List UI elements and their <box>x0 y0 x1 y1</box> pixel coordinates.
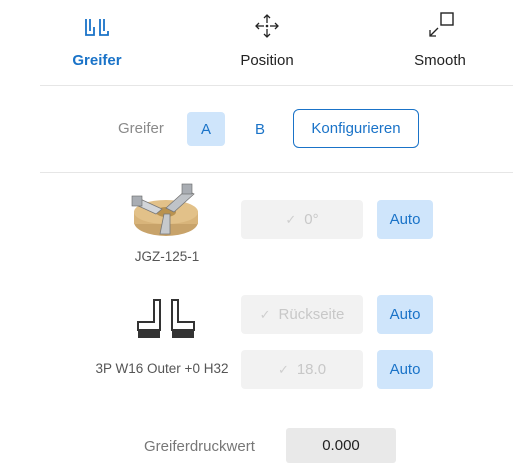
pressure-value[interactable]: 0.000 <box>286 428 396 463</box>
configure-button[interactable]: Konfigurieren <box>293 109 419 148</box>
gripper-model-name: JGZ-125-1 <box>134 249 200 264</box>
side-field: ✓ Rückseite <box>241 295 363 334</box>
rotation-field: ✓ 0° <box>241 200 363 239</box>
check-icon: ✓ <box>259 306 271 322</box>
pressure-label: Greiferdruckwert <box>144 438 255 455</box>
tab-position[interactable]: Position <box>212 0 322 80</box>
tab-position-label: Position <box>240 52 294 69</box>
jaw-image <box>134 298 198 340</box>
gripper-model-image <box>124 178 208 244</box>
jaw-config-name: 3P W16 Outer +0 H32 <box>95 361 229 376</box>
tab-greifer[interactable]: Greifer <box>42 0 152 80</box>
height-field: ✓ 18.0 <box>241 350 363 389</box>
check-icon: ✓ <box>277 361 289 377</box>
tab-smooth[interactable]: Smooth <box>385 0 495 80</box>
tab-greifer-label: Greifer <box>72 52 122 69</box>
divider-top <box>40 85 513 86</box>
side-auto-button[interactable]: Auto <box>377 295 433 334</box>
gripper-select-label: Greifer <box>118 120 164 137</box>
side-value: Rückseite <box>278 306 345 323</box>
rotation-value: 0° <box>304 211 319 228</box>
rotation-auto-button[interactable]: Auto <box>377 200 433 239</box>
check-icon: ✓ <box>285 211 297 227</box>
divider-middle <box>40 172 513 173</box>
height-value: 18.0 <box>296 361 327 378</box>
smooth-resize-icon <box>425 10 455 45</box>
gripper-option-b[interactable]: B <box>241 112 279 146</box>
move-arrows-icon <box>252 11 282 46</box>
gripper-option-a[interactable]: A <box>187 112 225 146</box>
height-auto-button[interactable]: Auto <box>377 350 433 389</box>
gripper-icon <box>82 15 112 44</box>
tab-smooth-label: Smooth <box>414 52 466 69</box>
